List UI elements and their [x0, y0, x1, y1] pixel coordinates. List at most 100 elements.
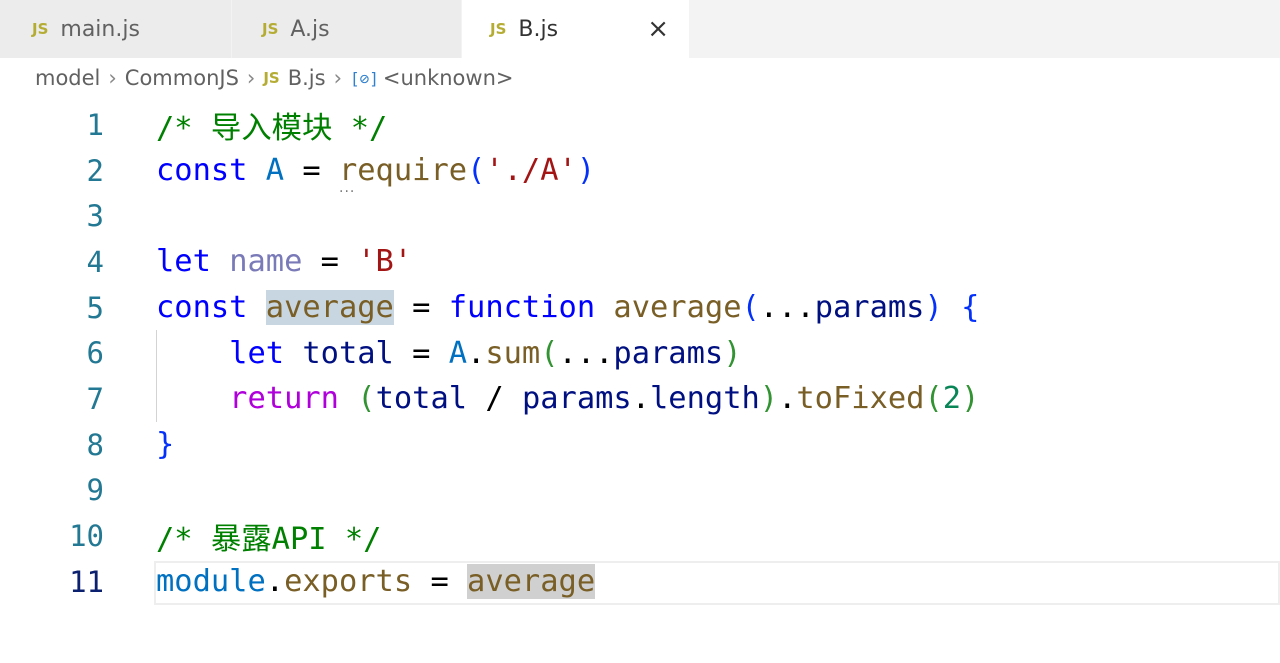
code-text: /* 导入模块 */ — [156, 103, 387, 147]
tab-main-js[interactable]: JS main.js — [0, 0, 232, 58]
code-token: params — [613, 335, 724, 371]
code-line[interactable]: 9 — [0, 468, 1280, 514]
code-token: = — [284, 153, 339, 189]
code-token: module — [156, 564, 266, 600]
code-token: } — [156, 427, 175, 463]
code-token: = — [393, 335, 449, 371]
breadcrumb-commonjs[interactable]: CommonJS — [125, 66, 239, 90]
code-token: /* 暴露API */ — [156, 522, 382, 558]
breadcrumb-symbol[interactable]: <unknown> — [383, 66, 514, 90]
tab-bar: JS main.js JS A.js JS B.js × — [0, 0, 1280, 58]
code-line[interactable]: 2 const A = require('./A') ··· — [0, 148, 1280, 200]
js-file-icon: JS — [262, 20, 279, 38]
line-number: 9 — [86, 473, 104, 508]
code-text: const A = require('./A') — [156, 153, 595, 188]
code-token: params — [814, 290, 925, 326]
code-token: let — [156, 244, 230, 280]
code-token: const — [156, 290, 266, 326]
code-line[interactable]: 10 /* 暴露API */ — [0, 513, 1280, 559]
code-token: ( — [357, 381, 376, 417]
line-number: 5 — [86, 290, 104, 325]
code-token: ... — [759, 290, 815, 326]
tab-label: main.js — [60, 16, 140, 42]
tab-a-js[interactable]: JS A.js — [232, 0, 462, 58]
breadcrumb-file[interactable]: B.js — [288, 66, 326, 90]
breadcrumb: model › CommonJS › JS B.js › [⊘] <unknow… — [35, 66, 514, 90]
code-token: / — [467, 381, 522, 417]
code-token: ( — [467, 153, 486, 189]
code-token: ) — [576, 153, 596, 189]
tab-label: B.js — [518, 16, 559, 42]
breadcrumb-model[interactable]: model — [35, 66, 100, 90]
line-number: 10 — [69, 519, 104, 554]
code-token: = — [412, 564, 468, 600]
code-text: const average = function average(...para… — [156, 290, 979, 326]
chevron-right-icon: › — [333, 66, 342, 90]
code-token: average — [467, 564, 596, 600]
code-token: average — [613, 290, 742, 326]
code-token: ) — [924, 290, 943, 326]
code-token: ) — [961, 381, 980, 417]
code-token: = — [393, 290, 449, 326]
code-token: = — [302, 244, 358, 280]
code-editor[interactable]: 1/* 导入模块 */2 const A = require('./A') ··· 3… — [0, 102, 1280, 605]
code-text: } — [156, 427, 174, 462]
code-token: ( — [741, 290, 760, 326]
tab-b-js[interactable]: JS B.js × — [462, 0, 690, 58]
code-token: ( — [540, 335, 559, 371]
code-token: length — [650, 381, 760, 417]
code-token: const — [156, 153, 266, 189]
code-line[interactable]: 8} — [0, 422, 1280, 468]
line-number: 11 — [69, 564, 104, 599]
code-text: let name = 'B' — [156, 244, 412, 279]
code-token: require — [338, 153, 468, 189]
code-token: . — [265, 564, 285, 600]
code-text: return (total / params.length).toFixed(2… — [156, 381, 979, 416]
code-token: 2 — [942, 381, 962, 417]
line-number: 4 — [86, 244, 104, 279]
code-token: total — [302, 335, 394, 371]
code-line[interactable]: 3 — [0, 193, 1280, 239]
code-token: . — [467, 335, 486, 371]
symbol-variable-icon: [⊘] — [349, 68, 379, 88]
code-token: let — [156, 335, 303, 371]
chevron-right-icon: › — [246, 66, 256, 90]
line-number: 7 — [86, 381, 104, 416]
code-text: let total = A.sum(...params) — [156, 335, 741, 371]
code-token: function — [448, 290, 614, 326]
chevron-right-icon: › — [108, 66, 117, 90]
line-number: 3 — [86, 199, 104, 234]
code-text: module.exports = average — [156, 564, 596, 600]
code-line[interactable]: 6 let total = A.sum(...params) — [0, 330, 1280, 377]
js-file-icon: JS — [490, 20, 507, 38]
code-token: name — [229, 244, 303, 280]
js-file-icon: JS — [263, 69, 280, 87]
code-token: exports — [284, 564, 413, 600]
code-token: toFixed — [796, 381, 925, 417]
code-token: ( — [924, 381, 943, 417]
code-line[interactable]: 4 let name = 'B' — [0, 239, 1280, 285]
line-number: 6 — [86, 336, 104, 371]
code-token: './A' — [485, 153, 577, 189]
code-token: total — [375, 381, 468, 417]
line-number: 8 — [86, 427, 104, 462]
code-token: /* 导入模块 */ — [156, 110, 388, 146]
code-text: /* 暴露API */ — [156, 514, 381, 558]
code-token: . — [631, 381, 651, 417]
js-file-icon: JS — [32, 20, 49, 38]
code-line[interactable]: 11 module.exports = average — [0, 559, 1280, 605]
code-token: . — [778, 381, 797, 417]
tab-label: A.js — [290, 16, 330, 42]
code-token: ) — [759, 381, 779, 417]
code-token: return — [156, 381, 358, 417]
code-line[interactable]: 7 return (total / params.length).toFixed… — [0, 376, 1280, 422]
code-line[interactable]: 1 /* 导入模块 */ — [0, 102, 1280, 148]
close-icon[interactable]: × — [647, 14, 669, 44]
code-token: A — [448, 335, 468, 371]
code-line[interactable]: 5 const average = function average(...par… — [0, 285, 1280, 331]
line-number: 2 — [86, 153, 104, 188]
code-token: ... — [558, 335, 614, 371]
code-token: sum — [485, 335, 541, 371]
code-token: A — [265, 153, 285, 189]
